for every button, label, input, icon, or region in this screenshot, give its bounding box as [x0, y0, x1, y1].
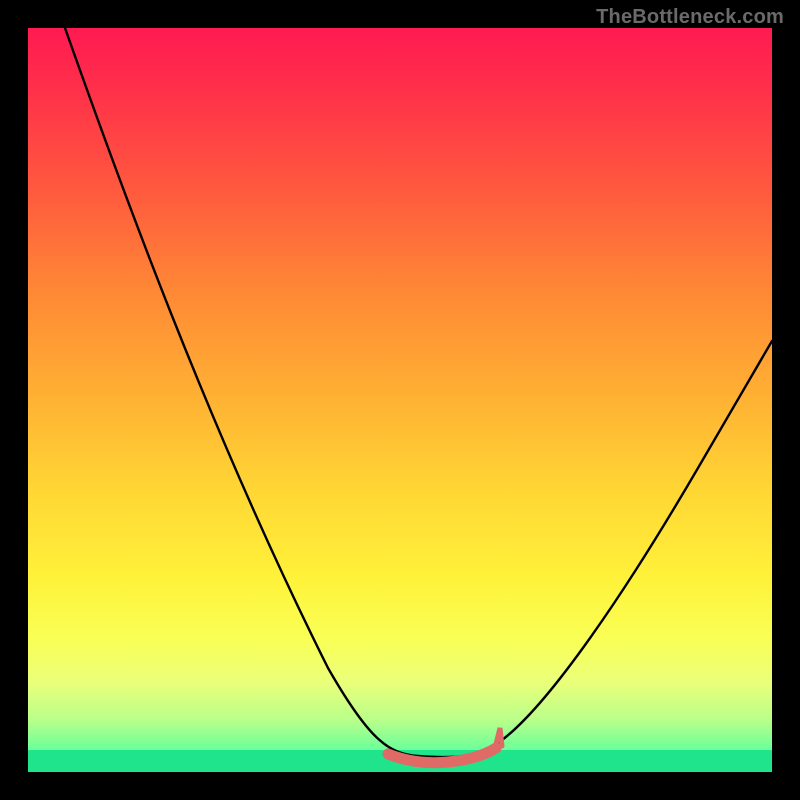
watermark-text: TheBottleneck.com	[596, 6, 784, 29]
plot-area	[28, 28, 772, 772]
bottleneck-curve-path	[65, 28, 772, 757]
bottleneck-curve-svg	[28, 28, 772, 772]
chart-frame: TheBottleneck.com	[0, 0, 800, 800]
valley-marker	[388, 748, 496, 763]
